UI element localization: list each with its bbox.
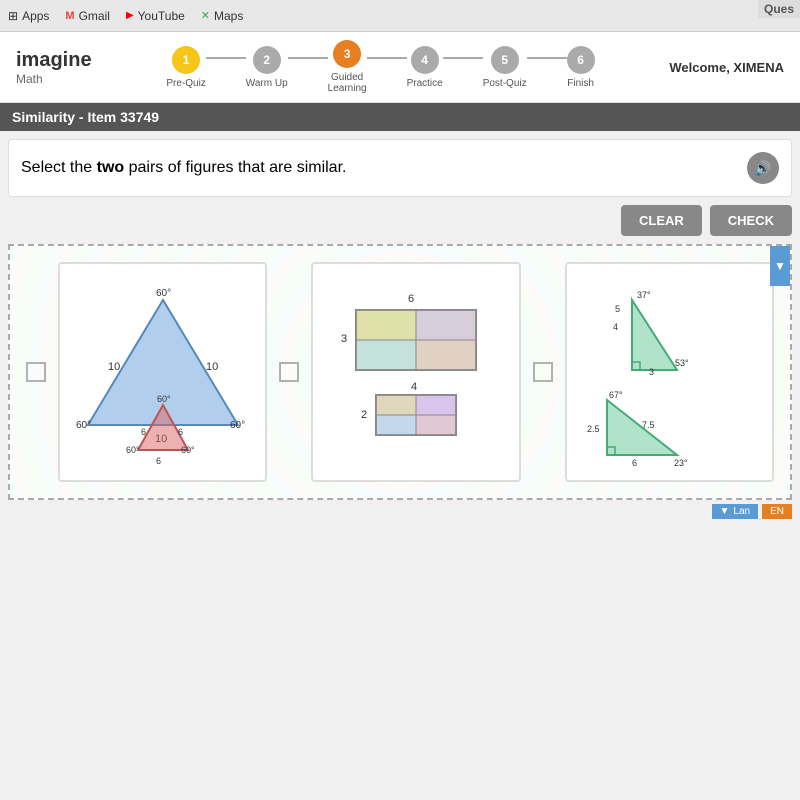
svg-text:60°: 60° [126,445,140,455]
youtube-icon: ▶ [126,10,134,21]
step-5[interactable]: 5 Post-Quiz [483,46,527,89]
figure-card-3[interactable]: 37° 4 3 53° 5 67° 2.5 6 23° 7.5 [565,262,774,482]
step-label-3: GuidedLearning [328,72,367,94]
svg-text:3: 3 [341,333,347,345]
step-circle-3: 3 [333,40,361,68]
rectangles-svg: 6 3 4 2 [336,280,496,460]
lang-panel[interactable]: ▼ Lan [712,504,759,519]
svg-text:37°: 37° [637,290,651,300]
figures-area: 60° 60° 60° 10 10 10 60° 60° 60° 6 6 6 [8,244,792,500]
step-circle-5: 5 [491,46,519,74]
browser-bar: ⊞ Apps M Gmail ▶ YouTube ✕ Maps [0,0,800,32]
svg-text:3: 3 [649,367,654,377]
tab-apps[interactable]: ⊞ Apps [8,9,49,23]
svg-text:6: 6 [178,427,183,437]
en-button[interactable]: EN [762,504,792,519]
figure-card-1-content: 60° 60° 60° 10 10 10 60° 60° 60° 6 6 6 [68,270,258,475]
logo-area: imagine Math [16,49,92,86]
svg-text:6: 6 [156,456,161,466]
step-circle-6: 6 [567,46,595,74]
step-label-2: Warm Up [246,78,288,89]
step-label-1: Pre-Quiz [166,78,205,89]
svg-text:6: 6 [141,427,146,437]
svg-text:2: 2 [361,409,367,421]
audio-button[interactable]: 🔊 [747,152,779,184]
step-line-5-6 [527,57,567,59]
figure-card-3-content: 37° 4 3 53° 5 67° 2.5 6 23° 7.5 [577,270,762,475]
main-content: Select the two pairs of figures that are… [0,139,800,519]
step-label-6: Finish [567,78,594,89]
progress-steps: 1 Pre-Quiz 2 Warm Up 3 GuidedLearning 4 … [166,40,594,94]
app-header: imagine Math 1 Pre-Quiz 2 Warm Up 3 Guid… [0,32,800,103]
svg-text:10: 10 [108,361,120,373]
tab-maps[interactable]: ✕ Maps [201,9,244,23]
lang-arrow-icon: ▼ [720,506,730,517]
step-line-3-4 [367,57,407,59]
step-1[interactable]: 1 Pre-Quiz [166,46,205,89]
svg-text:4: 4 [613,322,618,332]
tab-youtube[interactable]: ▶ YouTube [126,9,185,23]
figure-card-2-content: 6 3 4 2 [336,280,496,465]
step-4[interactable]: 4 Practice [407,46,443,89]
svg-text:2.5: 2.5 [587,424,600,434]
side-panel-arrow[interactable]: ▼ [770,246,790,286]
svg-text:5: 5 [615,304,620,314]
check-button[interactable]: CHECK [710,205,792,236]
app-subject: Math [16,72,92,86]
tab-gmail[interactable]: M Gmail [65,9,110,23]
step-3[interactable]: 3 GuidedLearning [328,40,367,94]
triangles-svg: 60° 60° 60° 10 10 10 60° 60° 60° 6 6 6 [68,270,258,470]
action-buttons: CLEAR CHECK [0,205,800,244]
item-title-bar: Similarity - Item 33749 Ques [0,103,800,131]
svg-text:23°: 23° [674,458,688,468]
clear-button[interactable]: CLEAR [621,205,702,236]
svg-text:4: 4 [411,381,417,393]
svg-text:60°: 60° [230,420,245,431]
step-circle-1: 1 [172,46,200,74]
step-line-1-2 [206,57,246,59]
svg-text:60°: 60° [157,394,171,404]
step-line-4-5 [443,57,483,59]
step-line-2-3 [288,57,328,59]
step-label-4: Practice [407,78,443,89]
step-circle-2: 2 [253,46,281,74]
svg-text:60°: 60° [76,420,91,431]
step-label-5: Post-Quiz [483,78,527,89]
question-area: Select the two pairs of figures that are… [8,139,792,197]
svg-text:6: 6 [632,458,637,468]
svg-text:7.5: 7.5 [642,420,655,430]
svg-text:67°: 67° [609,390,623,400]
svg-text:53°: 53° [675,358,689,368]
svg-text:60°: 60° [156,288,171,299]
question-text: Select the two pairs of figures that are… [21,159,346,177]
apps-icon: ⊞ [8,9,18,23]
figure-card-2[interactable]: 6 3 4 2 [311,262,520,482]
en-label: EN [770,506,784,517]
step-circle-4: 4 [411,46,439,74]
maps-icon: ✕ [201,9,210,22]
lang-label: Lan [733,506,750,517]
figure-card-1[interactable]: 60° 60° 60° 10 10 10 60° 60° 60° 6 6 6 [58,262,267,482]
ques-label: Ques [758,0,800,18]
svg-text:60°: 60° [181,445,195,455]
gmail-icon: M [65,10,74,22]
item-title: Similarity - Item 33749 [12,109,159,125]
step-6[interactable]: 6 Finish [567,46,595,89]
svg-text:6: 6 [408,293,414,305]
svg-text:10: 10 [206,361,218,373]
welcome-text: Welcome, XIMENA [669,60,784,75]
right-triangles-svg: 37° 4 3 53° 5 67° 2.5 6 23° 7.5 [577,270,762,470]
step-2[interactable]: 2 Warm Up [246,46,288,89]
app-logo: imagine [16,49,92,72]
lang-area: ▼ Lan EN [8,504,792,519]
